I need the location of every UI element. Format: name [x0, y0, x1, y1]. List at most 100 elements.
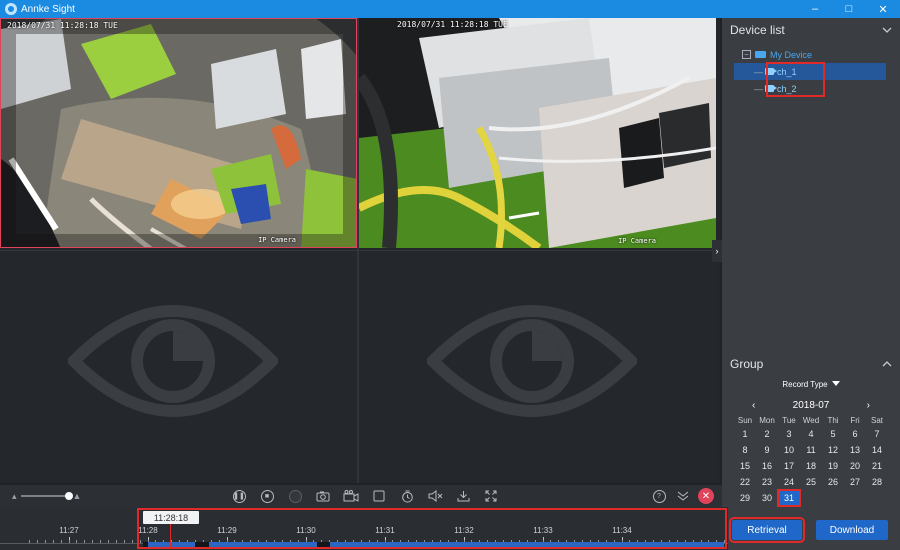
next-month-button[interactable]: › [867, 400, 870, 411]
close-playback-icon[interactable]: ✕ [698, 488, 714, 504]
retrieval-button[interactable]: Retrieval [729, 517, 805, 543]
maximize-button[interactable]: □ [832, 0, 866, 18]
video-cell-1[interactable]: 2018/07/31 11:28:18 TUE IP Camera [0, 18, 357, 248]
calendar-day[interactable]: 29 [734, 490, 756, 506]
calendar-day[interactable]: 28 [866, 474, 888, 490]
app-logo-icon [5, 3, 17, 15]
calendar-day[interactable]: 16 [756, 458, 778, 474]
calendar-weekday: Tue [782, 415, 796, 425]
video-cell-4[interactable] [359, 250, 716, 480]
calendar-day[interactable]: 19 [822, 458, 844, 474]
calendar-weekday: Fri [850, 415, 860, 425]
device-folder-icon [755, 51, 766, 58]
timeline-tick-label: 11:27 [59, 526, 79, 535]
video-cell-2[interactable]: 2018/07/31 11:28:18 TUE IP Camera [359, 18, 716, 248]
record-icon[interactable] [286, 488, 304, 504]
calendar-day[interactable]: 6 [844, 426, 866, 442]
osd-timestamp: 2018/07/31 11:28:18 TUE [7, 21, 118, 30]
volume-slider-handle[interactable] [64, 492, 73, 500]
calendar-day[interactable]: 10 [778, 442, 800, 458]
tree-root-my-device[interactable]: − My Device [742, 46, 900, 63]
stop-icon[interactable]: ■ [258, 488, 276, 504]
calendar-day[interactable]: 31 [777, 489, 801, 507]
timeline-tick-minor [84, 540, 86, 543]
calendar-day[interactable]: 3 [778, 426, 800, 442]
fold-toolbar-icon[interactable] [674, 488, 692, 504]
calendar-day[interactable]: 14 [866, 442, 888, 458]
grid-divider [357, 18, 359, 483]
calendar-day[interactable]: 21 [866, 458, 888, 474]
calendar-nav: ‹ 2018-07 › [752, 398, 870, 412]
mute-icon[interactable] [426, 488, 444, 504]
timeline-tick-minor [115, 540, 117, 543]
panel-toggle-button[interactable]: › [712, 240, 722, 262]
playback-toolbar: ▴ ▲ ❚❚ ■ ? ✕ [0, 485, 722, 507]
calendar-empty [822, 490, 844, 506]
prev-month-button[interactable]: ‹ [752, 400, 755, 411]
calendar-day[interactable]: 30 [756, 490, 778, 506]
calendar-weekday: Wed [802, 415, 820, 425]
minimize-button[interactable]: – [798, 0, 832, 18]
timeline-highlight-box [137, 508, 727, 549]
calendar-day[interactable]: 7 [866, 426, 888, 442]
calendar-day[interactable]: 23 [756, 474, 778, 490]
timeline-tick-minor [123, 540, 125, 543]
playback-controls: ❚❚ ■ [230, 488, 500, 504]
download-icon[interactable] [454, 488, 472, 504]
calendar-day[interactable]: 1 [734, 426, 756, 442]
device-list-header[interactable]: Device list [722, 18, 900, 42]
calendar-day[interactable]: 2 [756, 426, 778, 442]
timeline-tick-minor [76, 540, 78, 543]
eye-icon [427, 305, 637, 417]
calendar-day[interactable]: 15 [734, 458, 756, 474]
help-icon[interactable]: ? [650, 488, 668, 504]
calendar-day[interactable]: 24 [778, 474, 800, 490]
calendar-day[interactable]: 26 [822, 474, 844, 490]
calendar-empty [866, 490, 888, 506]
expand-icon[interactable] [482, 488, 500, 504]
calendar-day[interactable]: 5 [822, 426, 844, 442]
calendar-day[interactable]: 25 [800, 474, 822, 490]
record-type-dropdown[interactable]: Record Type [722, 380, 900, 394]
video-cell-3[interactable] [0, 250, 357, 480]
timeline-tick-minor [108, 540, 109, 543]
calendar-weekday: Sun [737, 415, 753, 425]
calendar-day[interactable]: 9 [756, 442, 778, 458]
eye-icon [68, 305, 278, 417]
toolbar-right: ? ✕ [650, 488, 714, 504]
calendar-weekday: Mon [759, 415, 775, 425]
close-window-button[interactable]: ✕ [866, 0, 900, 18]
pause-icon[interactable]: ❚❚ [230, 488, 248, 504]
calendar-day[interactable]: 11 [800, 442, 822, 458]
snapshot-icon[interactable] [314, 488, 332, 504]
timeline-tick-minor [131, 540, 133, 543]
volume-slider[interactable] [20, 492, 73, 500]
calendar-day[interactable]: 27 [844, 474, 866, 490]
volume-control: ▴ ▲ [12, 491, 81, 502]
calendar-day[interactable]: 8 [734, 442, 756, 458]
timer-icon[interactable] [398, 488, 416, 504]
timeline-tick-minor [60, 540, 62, 543]
calendar-empty [844, 490, 866, 506]
tree-root-label: My Device [770, 49, 813, 60]
collapse-toggle[interactable]: − [742, 50, 751, 59]
calendar-day[interactable]: 4 [800, 426, 822, 442]
timeline-tick-minor [100, 540, 102, 543]
fullscreen-window-icon[interactable] [370, 488, 388, 504]
calendar-day[interactable]: 22 [734, 474, 756, 490]
calendar-day[interactable]: 20 [844, 458, 866, 474]
group-title: Group [730, 357, 764, 371]
chevron-down-icon[interactable] [882, 27, 892, 33]
calendar-day[interactable]: 18 [800, 458, 822, 474]
action-buttons: Retrieval Download [729, 517, 888, 543]
group-header[interactable]: Group [722, 352, 900, 376]
download-button[interactable]: Download [816, 520, 888, 540]
timeline-tick-minor [68, 540, 70, 543]
calendar-day[interactable]: 17 [778, 458, 800, 474]
clip-icon[interactable] [342, 488, 360, 504]
calendar-day[interactable]: 12 [822, 442, 844, 458]
camera-feed-2 [359, 18, 716, 248]
timeline-tick-minor [29, 540, 30, 543]
chevron-up-icon[interactable] [882, 361, 892, 367]
calendar-day[interactable]: 13 [844, 442, 866, 458]
